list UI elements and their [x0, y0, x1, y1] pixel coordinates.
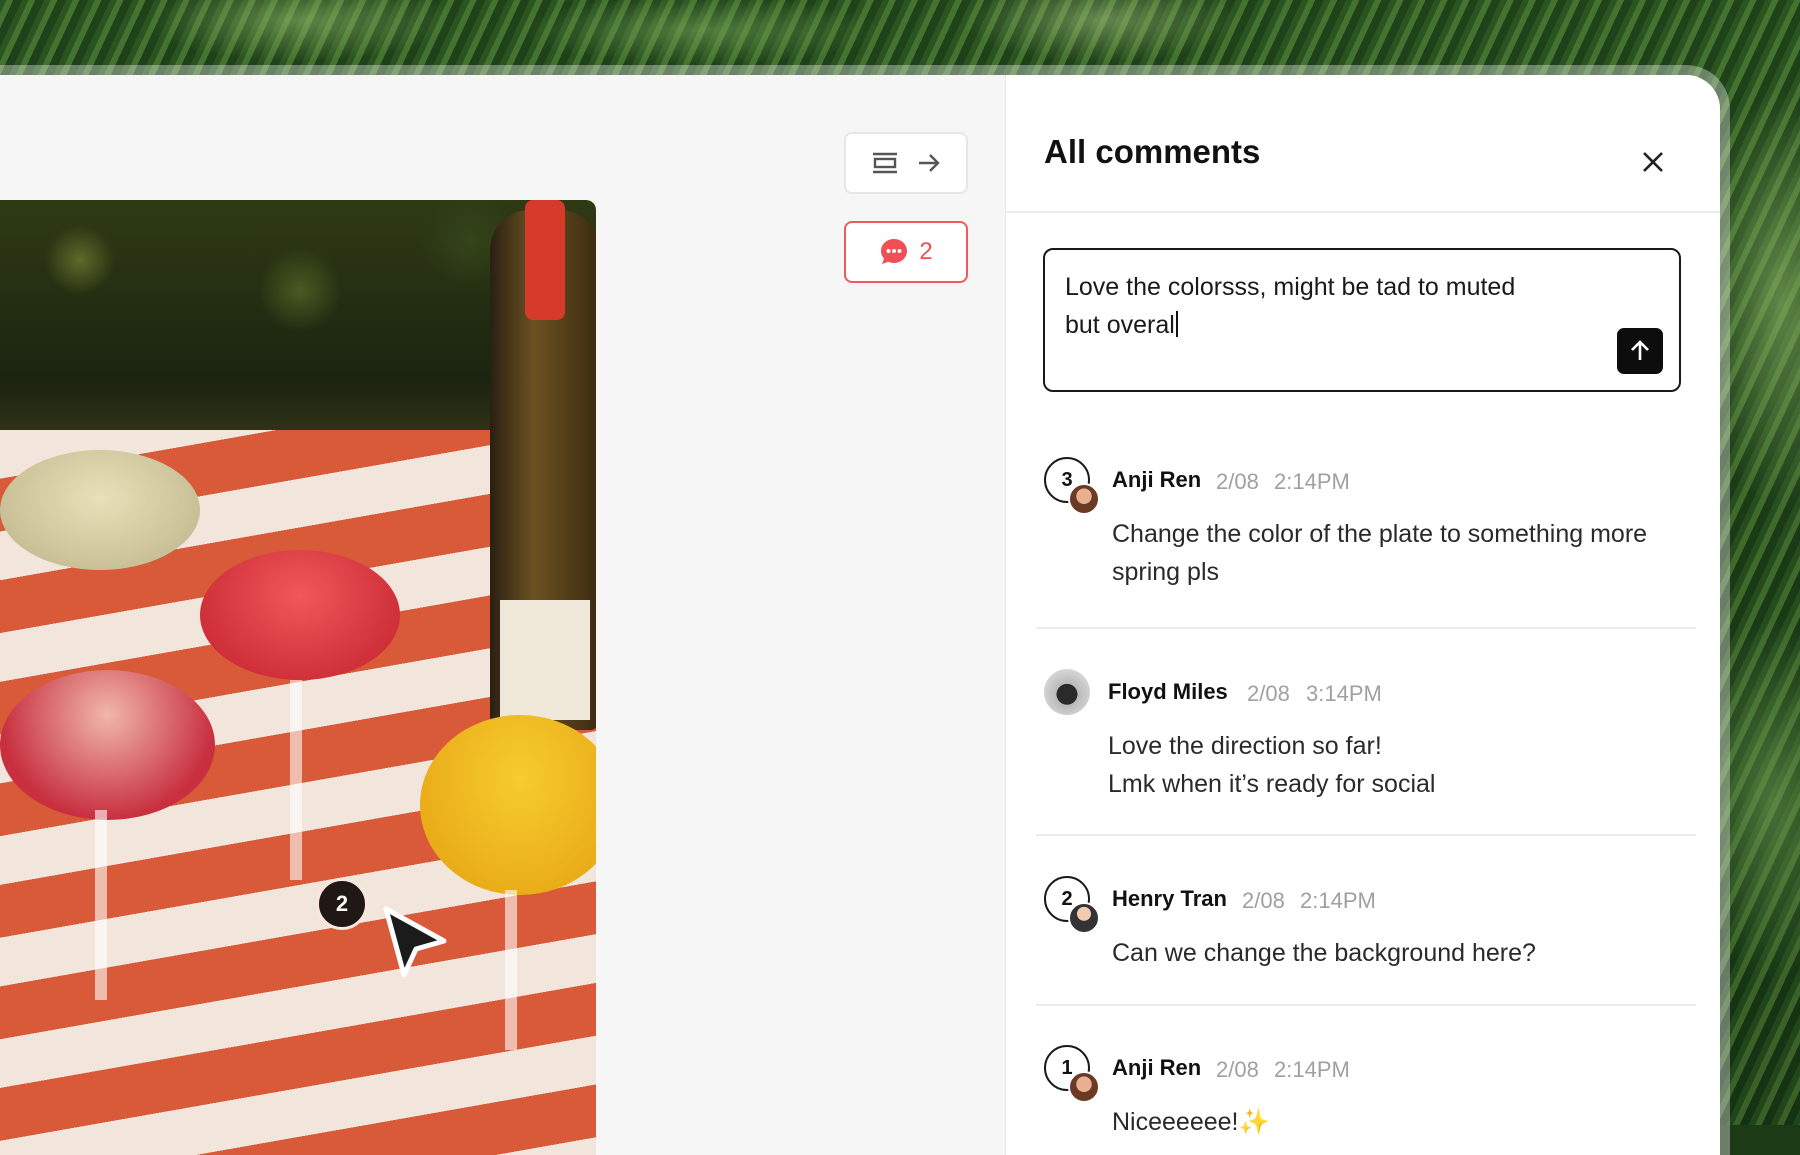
comment-body: Love the direction so far! Lmk when it’s…: [1108, 732, 1436, 798]
comment-time: 2:14PM: [1300, 888, 1376, 913]
divider: [1036, 627, 1696, 629]
photo-bottle: [490, 200, 596, 730]
panel-header: All comments: [1006, 75, 1720, 213]
photo-glass-pink: [0, 670, 215, 820]
comment-count: 2: [919, 238, 933, 265]
comment-author: Anji Ren: [1112, 1055, 1202, 1080]
comment-author: Henry Tran: [1112, 886, 1227, 911]
close-icon[interactable]: [1638, 147, 1668, 177]
avatar: [1068, 483, 1100, 515]
comment-item[interactable]: Floyd Miles 2/08 3:14PM Love the directi…: [1044, 669, 1694, 798]
comments-panel: All comments Love the colorsss, might be…: [1005, 75, 1720, 1155]
avatar: [1068, 1071, 1100, 1103]
app-window: 2 2 All comments Love the colorsss, migh…: [0, 75, 1720, 1155]
comment-date: 2/08: [1216, 469, 1259, 494]
arrow-up-icon: [1631, 340, 1649, 360]
align-center-icon: [873, 152, 897, 174]
comment-time: 3:14PM: [1306, 681, 1382, 706]
chat-bubble-icon: [881, 239, 908, 264]
comment-time: 2:14PM: [1274, 1057, 1350, 1082]
comment-item[interactable]: 2 Henry Tran 2/08 2:14PM Can we change t…: [1044, 876, 1694, 976]
avatar: [1044, 669, 1090, 715]
comment-item[interactable]: 3 Anji Ren 2/08 2:14PM Change the color …: [1044, 457, 1694, 586]
divider: [1036, 1004, 1696, 1006]
comment-body: Change the color of the plate to somethi…: [1112, 520, 1648, 586]
text-caret: [1175, 311, 1178, 337]
layout-toggle-button[interactable]: [844, 132, 968, 194]
comment-author: Floyd Miles: [1108, 679, 1228, 704]
comment-date: 2/08: [1247, 681, 1290, 706]
comment-date: 2/08: [1242, 888, 1285, 913]
comment-input-line1: Love the colorsss, might be tad to muted: [1065, 273, 1516, 301]
comment-input-line2: but overal: [1065, 311, 1175, 339]
canvas-photo[interactable]: 2: [0, 200, 596, 1155]
comment-author: Anji Ren: [1112, 467, 1202, 492]
comment-body: Can we change the background here?: [1112, 939, 1536, 967]
comment-time: 2:14PM: [1274, 469, 1350, 494]
comment-date: 2/08: [1216, 1057, 1259, 1082]
comment-input[interactable]: Love the colorsss, might be tad to muted…: [1043, 248, 1681, 392]
avatar: [1068, 902, 1100, 934]
arrow-right-icon: [919, 154, 940, 172]
photo-glass-red: [200, 550, 400, 680]
photo-glass-cream: [0, 450, 200, 570]
divider: [1036, 834, 1696, 836]
comments-toggle-button[interactable]: 2: [844, 221, 968, 283]
comment-item[interactable]: 1 Anji Ren 2/08 2:14PM Niceeeeee!✨: [1044, 1045, 1694, 1145]
cursor-arrow-icon: [383, 906, 447, 978]
send-button[interactable]: [1617, 328, 1663, 374]
comment-pin-number: 2: [335, 891, 349, 916]
comment-pin[interactable]: 2: [316, 878, 368, 930]
panel-title: All comments: [1044, 133, 1261, 170]
comment-body: Niceeeeee!✨: [1112, 1108, 1270, 1136]
